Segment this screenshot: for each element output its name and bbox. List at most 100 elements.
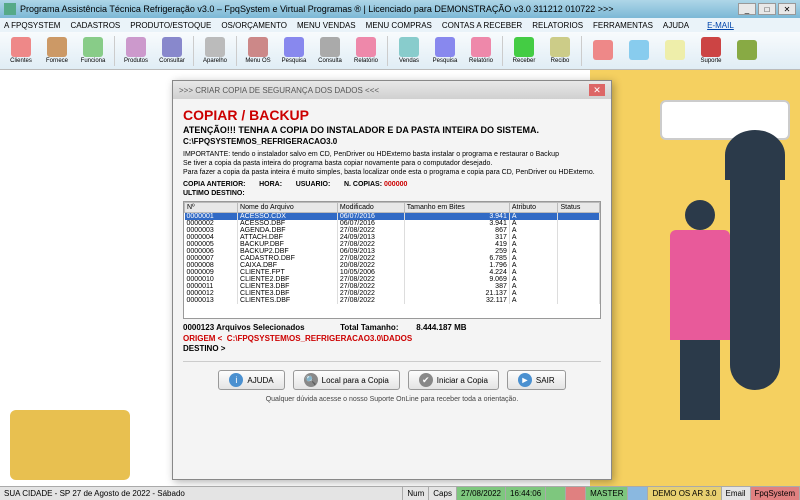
table-row[interactable]: 0000003AGENDA.DBF27/08/2022867A [185,227,600,234]
toolbar-icon [737,40,757,60]
status-caps: Caps [429,487,457,500]
toolbar-button[interactable] [658,34,692,68]
toolbar-button[interactable]: Consultar [155,34,189,68]
toolbar-button[interactable]: Clientes [4,34,38,68]
technician-illustration [650,200,750,420]
toolbar-button[interactable]: Funciona [76,34,110,68]
status-master: MASTER [586,487,628,500]
fine-print: Qualquer dúvida acesse o nosso Suporte O… [183,396,601,403]
table-row[interactable]: 0000007CADASTRO.DBF27/08/20226.785A [185,255,600,262]
grid-footer: 0000123 Arquivos Selecionados Total Tama… [183,323,601,332]
menu-item[interactable]: AJUDA [663,21,689,30]
menu-item[interactable]: PRODUTO/ESTOQUE [130,21,211,30]
toolbar-button[interactable]: Pesquisa [428,34,462,68]
maximize-button[interactable]: □ [758,3,776,15]
status-indicator-1 [546,487,566,500]
table-row[interactable]: 0000006BACKUP2.DBF06/09/2013259A [185,248,600,255]
status-time: 16:44:06 [506,487,546,500]
toolbar-icon [205,37,225,57]
toolbar-button[interactable]: Menu OS [241,34,275,68]
arrow-icon: ► [518,373,532,387]
toolbar-button[interactable]: Relatório [464,34,498,68]
menu-item[interactable]: MENU VENDAS [297,21,356,30]
table-row[interactable]: 0000005BACKUP.DBF27/08/2022419A [185,241,600,248]
toolbar-icon [629,40,649,60]
toolbar-icon [83,37,103,57]
table-row[interactable]: 0000001ACESSO.CDX06/07/20163.941A [185,213,600,221]
backup-dialog: >>> CRIAR COPIA DE SEGURANÇA DOS DADOS <… [172,80,612,480]
email-link[interactable]: E-MAIL [707,21,734,30]
menu-item[interactable]: FERRAMENTAS [593,21,653,30]
toolbar-button[interactable]: Vendas [392,34,426,68]
menu-item[interactable]: CADASTROS [70,21,120,30]
toolbar-icon [284,37,304,57]
toolbar-button[interactable]: Recibo [543,34,577,68]
table-row[interactable]: 0000002ACESSO.DBF06/07/20163.941A [185,220,600,227]
toolbar-button[interactable]: Consulta [313,34,347,68]
toolbar-button[interactable] [622,34,656,68]
status-indicator-2 [566,487,586,500]
copies-count: 000000 [384,181,407,188]
table-row[interactable]: 0000010CLIENTE2.DBF27/08/20229.069A [185,276,600,283]
column-header[interactable]: Modificado [337,203,404,213]
content-area: >>> CRIAR COPIA DE SEGURANÇA DOS DADOS <… [0,70,800,486]
app-icon [4,3,16,15]
close-button[interactable]: ✕ [778,3,796,15]
toolbar-button[interactable]: Aparelho [198,34,232,68]
status-email[interactable]: Email [722,487,751,500]
dialog-title: >>> CRIAR COPIA DE SEGURANÇA DOS DADOS <… [179,86,379,95]
browse-location-button[interactable]: 🔍Local para a Copia [293,370,400,390]
toolbar-icon [47,37,67,57]
toolbar-icon [701,37,721,57]
toolbar-button[interactable]: Fornece [40,34,74,68]
column-header[interactable]: Nome do Arquivo [238,203,338,213]
menu-item[interactable]: CONTAS A RECEBER [442,21,522,30]
attention-text: ATENÇÃO!!! TENHA A COPIA DO INSTALADOR E… [183,125,601,135]
table-row[interactable]: 0000013CLIENTES.DBF27/08/202232.117A [185,297,600,304]
toolbar-icon [593,40,613,60]
status-demo: DEMO OS AR 3.0 [648,487,721,500]
column-header[interactable]: Tamanho em Bites [404,203,509,213]
toolbar-icon [11,37,31,57]
menu-item[interactable]: A FPQSYSTEM [4,21,60,30]
exit-button[interactable]: ►SAIR [507,370,566,390]
toolbar-button[interactable] [730,34,764,68]
column-header[interactable]: Status [558,203,600,213]
toolbar-button[interactable]: Produtos [119,34,153,68]
status-bar: SUA CIDADE - SP 27 de Agosto de 2022 - S… [0,486,800,500]
menu-item[interactable]: MENU COMPRAS [366,21,432,30]
menu-item[interactable]: RELATORIOS [532,21,583,30]
toolbar-button[interactable]: Relatório [349,34,383,68]
column-header[interactable]: Nº [185,203,238,213]
table-row[interactable]: 0000008CAIXA.DBF20/08/20221.796A [185,262,600,269]
start-copy-button[interactable]: ✔Iniciar a Copia [408,370,499,390]
toolbar-icon [248,37,268,57]
table-row[interactable]: 0000012CLIENTE3.DBF27/08/202221.137A [185,290,600,297]
toolbar-button[interactable] [586,34,620,68]
table-row[interactable]: 0000004ATTACH.DBF24/09/2013317A [185,234,600,241]
origin-path: ORIGEM < C:\FPQSYSTEM\OS_REFRIGERACAO3.0… [183,334,601,343]
help-button[interactable]: iAJUDA [218,370,284,390]
status-fpq[interactable]: FpqSystem [751,487,800,500]
toolbar-icon [126,37,146,57]
files-grid[interactable]: NºNome do ArquivoModificadoTamanho em Bi… [183,201,601,319]
info-row-1: COPIA ANTERIOR: HORA: USUARIO: N. COPIAS… [183,181,601,188]
dialog-close-button[interactable]: ✕ [589,84,605,96]
minimize-button[interactable]: _ [738,3,756,15]
table-row[interactable]: 0000011CLIENTE3.DBF27/08/2022387A [185,283,600,290]
dialog-heading: COPIAR / BACKUP [183,107,601,123]
toolbar-button[interactable]: Suporte [694,34,728,68]
toolbox-illustration [10,410,130,480]
toolbar-icon [665,40,685,60]
toolbar-button[interactable]: Receber [507,34,541,68]
column-header[interactable]: Atributo [509,203,558,213]
bg-illustration [590,70,800,486]
status-location: SUA CIDADE - SP 27 de Agosto de 2022 - S… [0,487,403,500]
main-toolbar: ClientesForneceFunciona ProdutosConsultar… [0,32,800,70]
toolbar-icon [320,37,340,57]
table-row[interactable]: 0000009CLIENTE.FPT10/05/20064.224A [185,269,600,276]
menu-item[interactable]: OS/ORÇAMENTO [221,21,287,30]
status-date: 27/08/2022 [457,487,506,500]
status-num: Num [403,487,429,500]
toolbar-button[interactable]: Pesquisa [277,34,311,68]
